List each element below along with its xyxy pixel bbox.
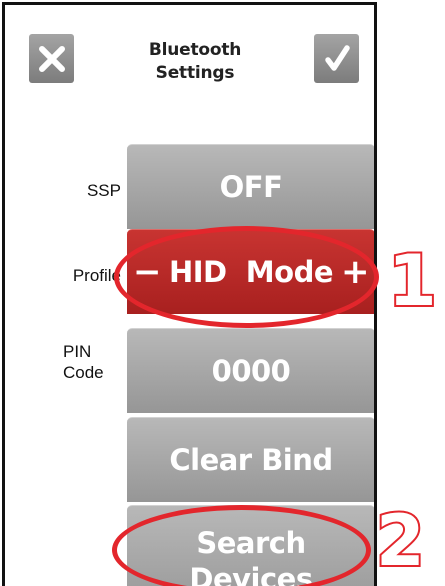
pin-code-value: 0000 bbox=[211, 354, 291, 388]
search-devices-label: Search Devices bbox=[189, 525, 313, 586]
page-title: Bluetooth Settings bbox=[148, 40, 242, 83]
ssp-value: OFF bbox=[219, 170, 283, 204]
annotation-callout-1: 1 bbox=[386, 240, 439, 322]
bluetooth-settings-screen: Bluetooth Settings SSP OFF Profile − HID… bbox=[2, 2, 377, 586]
pin-code-button[interactable]: 0000 bbox=[127, 328, 374, 413]
annotation-callout-2: 2 bbox=[374, 500, 427, 582]
checkmark-icon bbox=[324, 44, 350, 71]
profile-value: HID Mode bbox=[168, 255, 334, 289]
search-devices-button[interactable]: Search Devices bbox=[127, 505, 374, 586]
clear-bind-button[interactable]: Clear Bind bbox=[127, 417, 374, 502]
clear-bind-label: Clear Bind bbox=[169, 443, 333, 477]
profile-increment-button[interactable]: + bbox=[341, 254, 370, 290]
ssp-toggle-button[interactable]: OFF bbox=[127, 144, 374, 229]
close-icon bbox=[38, 45, 65, 72]
confirm-button[interactable] bbox=[314, 34, 359, 83]
profile-selector[interactable]: − HID Mode + bbox=[127, 229, 374, 314]
profile-decrement-button[interactable]: − bbox=[133, 254, 162, 290]
ssp-label: SSP bbox=[86, 181, 121, 200]
profile-label: Profile bbox=[72, 266, 121, 285]
close-button[interactable] bbox=[29, 34, 74, 83]
